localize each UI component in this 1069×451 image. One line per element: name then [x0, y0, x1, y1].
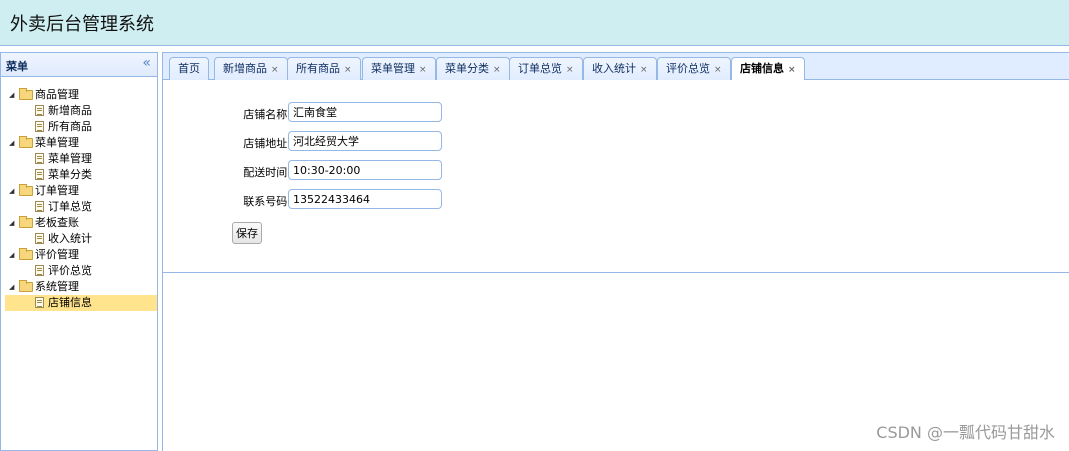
- file-icon: [35, 201, 44, 212]
- tree-item[interactable]: 菜单分类: [5, 167, 157, 183]
- save-button[interactable]: 保存: [232, 222, 262, 244]
- tree-item[interactable]: 所有商品: [5, 119, 157, 135]
- tab-label: 订单总览: [518, 62, 562, 75]
- tree-item-label: 菜单管理: [48, 152, 92, 165]
- tab-label: 所有商品: [296, 62, 340, 75]
- tree-group[interactable]: ◢ 系统管理: [5, 279, 157, 295]
- tree-group[interactable]: ◢ 评价管理: [5, 247, 157, 263]
- menu-tree: ◢ 商品管理 新增商品 所有商品 ◢ 菜单管理 菜单管理 菜单分类 ◢ 订单管理 订单总览 ◢ 老板查账…: [5, 87, 157, 311]
- delivery-time-input[interactable]: [288, 160, 442, 180]
- contact-phone-label: 联系号码:: [243, 195, 291, 208]
- file-icon: [35, 233, 44, 244]
- folder-open-icon: [19, 280, 33, 292]
- tab-bar: 首页 新增商品 × 所有商品 × 菜单管理 × 菜单分类 × 订单总览 × 收入统计 × 评价总览 × 店铺信…: [163, 52, 1069, 82]
- file-icon: [35, 169, 44, 180]
- file-icon: [35, 265, 44, 276]
- shop-address-row: 店铺地址:: [163, 131, 463, 153]
- tree-group-label: 商品管理: [35, 88, 79, 101]
- tab[interactable]: 店铺信息 ×: [731, 57, 805, 82]
- close-icon[interactable]: ×: [344, 65, 352, 75]
- tree-item-label: 新增商品: [48, 104, 92, 117]
- tree-group[interactable]: ◢ 老板查账: [5, 215, 157, 231]
- tree-group-label: 评价管理: [35, 248, 79, 261]
- tab-label: 评价总览: [666, 62, 710, 75]
- tree-group[interactable]: ◢ 菜单管理: [5, 135, 157, 151]
- contact-phone-row: 联系号码:: [163, 189, 463, 211]
- tree-item-label: 收入统计: [48, 232, 92, 245]
- tab[interactable]: 所有商品 ×: [287, 57, 361, 81]
- close-icon[interactable]: ×: [271, 65, 279, 75]
- folder-open-icon: [19, 248, 33, 260]
- sidebar-header: 菜单 «: [1, 53, 157, 77]
- shop-name-label: 店铺名称:: [243, 108, 291, 121]
- tab[interactable]: 收入统计 ×: [583, 57, 657, 81]
- expand-arrow-icon[interactable]: ◢: [9, 135, 19, 151]
- shop-address-input[interactable]: [288, 131, 442, 151]
- expand-arrow-icon[interactable]: ◢: [9, 87, 19, 103]
- tree-item[interactable]: 店铺信息: [5, 295, 157, 311]
- tree-item[interactable]: 新增商品: [5, 103, 157, 119]
- delivery-time-label: 配送时间:: [243, 166, 291, 179]
- file-icon: [35, 121, 44, 132]
- tree-item[interactable]: 评价总览: [5, 263, 157, 279]
- expand-arrow-icon[interactable]: ◢: [9, 279, 19, 295]
- tab[interactable]: 菜单分类 ×: [436, 57, 510, 81]
- folder-open-icon: [19, 216, 33, 228]
- tab-label: 收入统计: [592, 62, 636, 75]
- main-panel: 首页 新增商品 × 所有商品 × 菜单管理 × 菜单分类 × 订单总览 × 收入统计 × 评价总览 × 店铺信…: [162, 52, 1069, 451]
- expand-arrow-icon[interactable]: ◢: [9, 215, 19, 231]
- tab-label: 菜单管理: [371, 62, 415, 75]
- tree-group-label: 老板查账: [35, 216, 79, 229]
- tab[interactable]: 订单总览 ×: [509, 57, 583, 81]
- sidebar-title: 菜单: [6, 60, 28, 73]
- shop-name-row: 店铺名称:: [163, 102, 463, 124]
- shop-address-label: 店铺地址:: [243, 137, 291, 150]
- close-icon[interactable]: ×: [714, 65, 722, 75]
- close-icon[interactable]: ×: [493, 65, 501, 75]
- file-icon: [35, 153, 44, 164]
- double-chevron-left-icon[interactable]: «: [142, 55, 151, 71]
- shop-name-input[interactable]: [288, 102, 442, 122]
- tab-label: 店铺信息: [740, 62, 784, 75]
- file-icon: [35, 105, 44, 116]
- close-icon[interactable]: ×: [788, 65, 796, 75]
- tree-group-label: 订单管理: [35, 184, 79, 197]
- expand-arrow-icon[interactable]: ◢: [9, 247, 19, 263]
- tree-group[interactable]: ◢ 商品管理: [5, 87, 157, 103]
- sidebar-menu: 菜单 « ◢ 商品管理 新增商品 所有商品 ◢ 菜单管理 菜单管理 菜单分类 ◢ 订单管理 订单总览…: [0, 52, 158, 451]
- folder-open-icon: [19, 184, 33, 196]
- contact-phone-input[interactable]: [288, 189, 442, 209]
- tab[interactable]: 菜单管理 ×: [362, 57, 436, 81]
- tree-item[interactable]: 收入统计: [5, 231, 157, 247]
- tab[interactable]: 首页: [169, 57, 209, 81]
- tab[interactable]: 新增商品 ×: [214, 57, 288, 81]
- tree-item-label: 店铺信息: [48, 296, 92, 309]
- close-icon[interactable]: ×: [640, 65, 648, 75]
- tree-group[interactable]: ◢ 订单管理: [5, 183, 157, 199]
- tab-label: 首页: [178, 62, 200, 75]
- tab-content-shop-info: 店铺名称: 店铺地址: 配送时间: 联系号码: 保存: [163, 80, 1069, 273]
- app-header: 外卖后台管理系统: [0, 0, 1069, 46]
- tree-group-label: 系统管理: [35, 280, 79, 293]
- file-icon: [35, 297, 44, 308]
- tab[interactable]: 评价总览 ×: [657, 57, 731, 81]
- folder-open-icon: [19, 136, 33, 148]
- tree-item[interactable]: 菜单管理: [5, 151, 157, 167]
- app-title: 外卖后台管理系统: [10, 14, 154, 35]
- close-icon[interactable]: ×: [566, 65, 574, 75]
- tree-group-label: 菜单管理: [35, 136, 79, 149]
- tab-label: 菜单分类: [445, 62, 489, 75]
- watermark: CSDN @一瓢代码甘甜水: [876, 423, 1055, 442]
- tree-item-label: 所有商品: [48, 120, 92, 133]
- tab-label: 新增商品: [223, 62, 267, 75]
- tree-item-label: 菜单分类: [48, 168, 92, 181]
- folder-open-icon: [19, 88, 33, 100]
- tree-item-label: 评价总览: [48, 264, 92, 277]
- tree-item-label: 订单总览: [48, 200, 92, 213]
- tree-item[interactable]: 订单总览: [5, 199, 157, 215]
- close-icon[interactable]: ×: [419, 65, 427, 75]
- delivery-time-row: 配送时间:: [163, 160, 463, 182]
- expand-arrow-icon[interactable]: ◢: [9, 183, 19, 199]
